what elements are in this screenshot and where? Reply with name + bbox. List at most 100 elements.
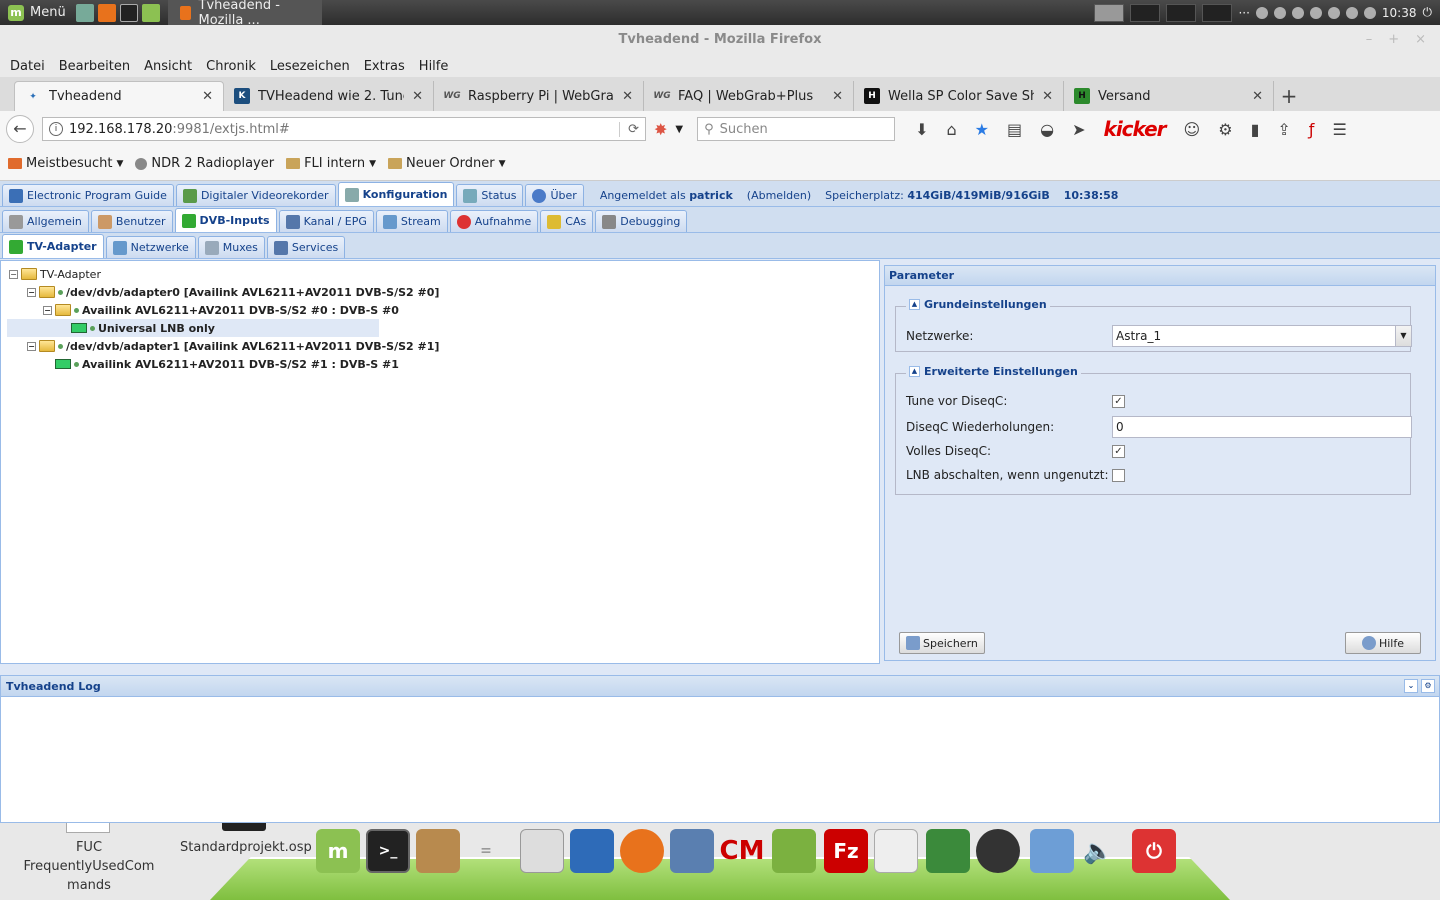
- search-bar[interactable]: ⚲ Suchen: [697, 117, 896, 141]
- url-text[interactable]: 192.168.178.20:9981/extjs.html#: [69, 122, 613, 137]
- tree-node-frontend0[interactable]: − Availink AVL6211+AV2011 DVB-S/S2 #0 : …: [43, 301, 399, 319]
- collapse-toggle-icon[interactable]: ▲: [909, 299, 920, 310]
- menu-lesezeichen[interactable]: Lesezeichen: [270, 59, 350, 74]
- hp-icon[interactable]: [1345, 6, 1358, 19]
- fieldset-advanced-legend[interactable]: ▲ Erweiterte Einstellungen: [906, 365, 1081, 378]
- firefox-launcher-icon[interactable]: [97, 3, 116, 22]
- tab-services[interactable]: Services: [266, 236, 346, 258]
- tab-konfiguration[interactable]: Konfiguration: [337, 182, 455, 206]
- chevron-down-icon[interactable]: ▼: [1395, 326, 1411, 346]
- addon-dropdown-icon[interactable]: ▼: [675, 124, 683, 135]
- terminal-launcher-icon[interactable]: [119, 3, 138, 22]
- terminal-icon[interactable]: >_: [366, 829, 410, 873]
- network-share-icon[interactable]: [1030, 829, 1074, 873]
- tree-node-adapter0[interactable]: − /dev/dvb/adapter0 [Availink AVL6211+AV…: [27, 283, 439, 301]
- tune-checkbox[interactable]: ✓: [1112, 394, 1125, 408]
- browser-tab[interactable]: ✦ Tvheadend ✕: [14, 81, 224, 111]
- calculator-icon[interactable]: [520, 829, 564, 873]
- collapse-icon[interactable]: −: [43, 305, 52, 315]
- cm-icon[interactable]: CM: [720, 829, 765, 873]
- home-icon[interactable]: ⌂: [947, 120, 957, 139]
- dropbox-icon[interactable]: [1363, 6, 1376, 19]
- tab-status[interactable]: Status: [456, 184, 524, 206]
- collapse-icon[interactable]: −: [9, 269, 18, 279]
- folder-icon[interactable]: [772, 829, 816, 873]
- menu-ansicht[interactable]: Ansicht: [144, 59, 192, 74]
- reload-icon[interactable]: ⟳: [619, 121, 639, 137]
- puzzle-icon[interactable]: ⚙: [1218, 120, 1232, 139]
- menu-datei[interactable]: Datei: [10, 59, 45, 74]
- filezilla-icon[interactable]: Fz: [824, 829, 868, 873]
- back-button[interactable]: ←: [6, 115, 34, 143]
- smiley-icon[interactable]: ☺: [1184, 120, 1201, 139]
- document-icon[interactable]: [874, 829, 918, 873]
- collapse-icon[interactable]: −: [27, 341, 36, 351]
- tab-cas[interactable]: CAs: [540, 210, 594, 232]
- menu-extras[interactable]: Extras: [364, 59, 405, 74]
- close-tab-icon[interactable]: ✕: [412, 89, 423, 104]
- desktop-item-fuc[interactable]: FUC FrequentlyUsedCom mands: [20, 838, 158, 895]
- save-button[interactable]: Speichern: [899, 632, 985, 654]
- tree-node-adapter1[interactable]: − /dev/dvb/adapter1 [Availink AVL6211+AV…: [27, 337, 439, 355]
- collapse-icon[interactable]: −: [27, 287, 36, 297]
- tab-ueber[interactable]: Über: [525, 184, 584, 206]
- more-icon[interactable]: ···: [1238, 6, 1249, 20]
- tab-dvb-inputs[interactable]: DVB-Inputs: [174, 208, 277, 232]
- network-icon[interactable]: [1291, 6, 1304, 19]
- settings-icon[interactable]: [926, 829, 970, 873]
- tab-stream[interactable]: Stream: [375, 210, 448, 232]
- kicker-addon[interactable]: kicker: [1104, 117, 1167, 141]
- menu-bearbeiten[interactable]: Bearbeiten: [59, 59, 130, 74]
- volume-icon[interactable]: 🔈: [1076, 829, 1120, 873]
- os-menu-button[interactable]: m Menü: [0, 4, 74, 21]
- tab-netzwerke[interactable]: Netzwerke: [105, 236, 196, 258]
- maximize-button[interactable]: +: [1388, 25, 1399, 55]
- clock[interactable]: 10:38: [1382, 6, 1417, 20]
- close-tab-icon[interactable]: ✕: [622, 89, 633, 104]
- addon-icon[interactable]: ✸: [654, 120, 667, 139]
- collapse-icon[interactable]: ⌄: [1404, 679, 1418, 693]
- screenshot-icon[interactable]: [1273, 6, 1286, 19]
- power-icon[interactable]: ⏻: [1132, 829, 1176, 873]
- tab-benutzer[interactable]: Benutzer: [90, 210, 173, 232]
- bookmark-ndr2[interactable]: NDR 2 Radioplayer: [135, 156, 274, 171]
- logout-link[interactable]: (Abmelden): [741, 184, 817, 206]
- url-bar[interactable]: i 192.168.178.20:9981/extjs.html# ⟳: [42, 117, 646, 141]
- tab-tv-adapter[interactable]: TV-Adapter: [2, 234, 104, 258]
- tab-aufnahme[interactable]: Aufnahme: [449, 210, 539, 232]
- sync-icon[interactable]: ⇪: [1277, 120, 1290, 139]
- shutdown-icon[interactable]: ⏻: [1423, 5, 1433, 20]
- close-tab-icon[interactable]: ✕: [202, 89, 213, 104]
- tree-node-lnb[interactable]: Universal LNB only: [7, 319, 379, 337]
- tree-node-root[interactable]: − TV-Adapter: [9, 265, 101, 283]
- tab-muxes[interactable]: Muxes: [197, 236, 265, 258]
- tab-debugging[interactable]: Debugging: [595, 210, 688, 232]
- send-icon[interactable]: ➤: [1072, 120, 1085, 139]
- hamburger-menu-icon[interactable]: ☰: [1332, 120, 1346, 139]
- bookmark-neuer-ordner[interactable]: Neuer Ordner ▼: [388, 156, 506, 171]
- minimize-button[interactable]: –: [1366, 25, 1373, 55]
- browser-tab[interactable]: K TVHeadend wie 2. Tuner de ✕: [224, 81, 434, 111]
- lnb-off-checkbox[interactable]: [1112, 468, 1125, 482]
- workspace-1[interactable]: [1094, 3, 1125, 22]
- info-icon[interactable]: i: [49, 122, 63, 136]
- collapse-toggle-icon[interactable]: ▲: [909, 366, 920, 377]
- taskbar-firefox-window[interactable]: Tvheadend - Mozilla ...: [167, 0, 322, 28]
- workspace-4[interactable]: [1202, 3, 1233, 22]
- mint-menu-icon[interactable]: m: [316, 829, 360, 873]
- close-tab-icon[interactable]: ✕: [1042, 89, 1053, 104]
- tab-epg[interactable]: Electronic Program Guide: [2, 184, 174, 206]
- gear-icon[interactable]: ⚙: [1421, 679, 1435, 693]
- new-tab-button[interactable]: +: [1274, 81, 1304, 111]
- close-tab-icon[interactable]: ✕: [1252, 89, 1263, 104]
- firefox-icon[interactable]: [620, 829, 664, 873]
- close-tab-icon[interactable]: ✕: [832, 89, 843, 104]
- camera-icon[interactable]: [976, 829, 1020, 873]
- tab-kanal-epg[interactable]: Kanal / EPG: [278, 210, 374, 232]
- pocket-icon[interactable]: ◒: [1040, 120, 1054, 139]
- bookmark-star-icon[interactable]: ★: [975, 120, 989, 139]
- files-launcher-icon[interactable]: [141, 3, 160, 22]
- browser-tab[interactable]: H Wella SP Color Save Shamp ✕: [854, 81, 1064, 111]
- package-icon[interactable]: [416, 829, 460, 873]
- help-button[interactable]: Hilfe: [1345, 632, 1421, 654]
